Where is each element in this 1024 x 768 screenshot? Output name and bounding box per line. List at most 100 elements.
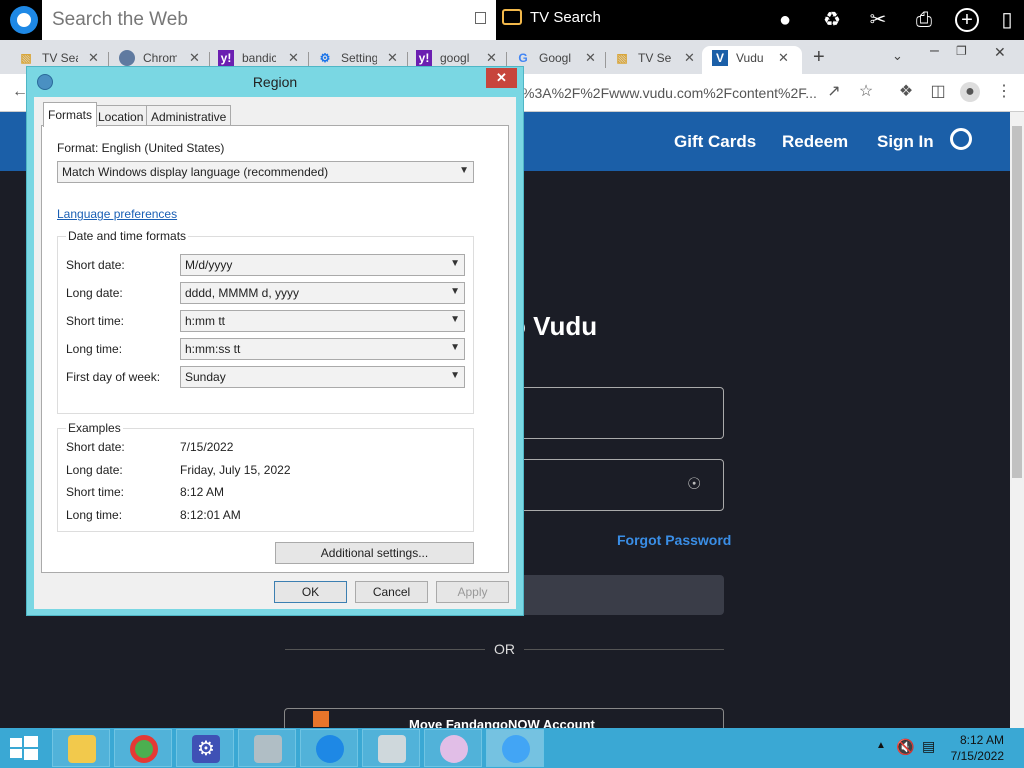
language-preferences-link[interactable]: Language preferences: [57, 207, 177, 221]
file-explorer-icon[interactable]: [52, 729, 110, 767]
share-icon[interactable]: ↗: [824, 82, 844, 102]
window-icon[interactable]: ▯: [995, 8, 1019, 32]
chevron-down-icon[interactable]: ⌄: [892, 48, 903, 64]
region-globe-icon[interactable]: [486, 729, 544, 767]
forgot-password-link[interactable]: Forgot Password: [617, 532, 731, 548]
close-tab-icon[interactable]: ✕: [778, 50, 789, 66]
format-select[interactable]: Match Windows display language (recommen…: [57, 161, 474, 183]
web-search-box[interactable]: Search the Web: [42, 0, 496, 40]
menu-dots-icon[interactable]: ⋮: [994, 82, 1014, 102]
chevron-down-icon: ▼: [450, 286, 460, 297]
gear-icon: ⚙: [319, 51, 331, 65]
ok-button[interactable]: OK: [274, 581, 347, 603]
settings-gear-icon[interactable]: ⚙: [176, 729, 234, 767]
tv-icon: ▧: [20, 51, 32, 65]
minimize-icon[interactable]: –: [930, 42, 939, 60]
extensions-icon[interactable]: ❖: [896, 82, 916, 102]
cancel-button[interactable]: Cancel: [355, 581, 428, 603]
first-day-value: Sunday: [185, 370, 226, 384]
move-account-button[interactable]: Move FandangoNOW Account: [284, 708, 724, 728]
tv-search-button[interactable]: TV Search: [502, 9, 601, 26]
long-time-label: Long time:: [66, 342, 123, 356]
close-icon[interactable]: ✕: [486, 68, 517, 88]
apply-button[interactable]: Apply: [436, 581, 509, 603]
region-dialog: Region ✕ Formats Location Administrative…: [26, 66, 524, 616]
tab-google[interactable]: G Googl ✕: [515, 46, 599, 74]
chevron-down-icon: ▼: [450, 370, 460, 381]
long-time-select[interactable]: h:mm:ss tt ▼: [180, 338, 465, 360]
close-tab-icon[interactable]: ✕: [88, 50, 99, 66]
snipping-tool-icon[interactable]: [424, 729, 482, 767]
long-date-select[interactable]: dddd, MMMM d, yyyy ▼: [180, 282, 465, 304]
hide-password-icon[interactable]: ☉: [687, 474, 701, 494]
incognito-icon[interactable]: ●: [773, 8, 797, 32]
dialog-titlebar[interactable]: Region ✕: [27, 67, 523, 97]
tv-icon: ▧: [616, 51, 628, 65]
first-day-label: First day of week:: [66, 370, 161, 384]
first-day-select[interactable]: Sunday ▼: [180, 366, 465, 388]
chevron-down-icon: ▼: [450, 258, 460, 269]
group-title: Date and time formats: [66, 229, 189, 243]
tab-location[interactable]: Location: [93, 105, 149, 126]
format-label: Format: English (United States): [57, 141, 225, 155]
close-tab-icon[interactable]: ✕: [486, 50, 497, 66]
tab-tv-search-2[interactable]: ▧ TV Se ✕: [614, 46, 698, 74]
example-short-time-label: Short time:: [66, 485, 125, 499]
restore-icon[interactable]: ❐: [956, 44, 967, 58]
clock-time: 8:12 AM: [959, 733, 1004, 747]
tab-formats[interactable]: Formats: [43, 102, 98, 127]
nav-redeem[interactable]: Redeem: [782, 132, 848, 152]
additional-settings-button[interactable]: Additional settings...: [275, 542, 474, 564]
browser-app-icon[interactable]: [300, 729, 358, 767]
square-icon[interactable]: [475, 12, 486, 24]
close-tab-icon[interactable]: ✕: [189, 50, 200, 66]
documents-icon[interactable]: [362, 729, 420, 767]
short-date-label: Short date:: [66, 258, 125, 272]
app-logo-icon[interactable]: [10, 6, 38, 34]
example-short-date-value: 7/15/2022: [180, 440, 234, 454]
long-date-label: Long date:: [66, 286, 123, 300]
formats-tab-page: Format: English (United States) Match Wi…: [41, 125, 509, 573]
example-short-time-value: 8:12 AM: [180, 485, 225, 499]
close-window-icon[interactable]: ✕: [994, 44, 1006, 61]
network-icon[interactable]: ▤: [922, 738, 935, 755]
chrome-icon[interactable]: [114, 729, 172, 767]
recycle-icon[interactable]: ♻: [820, 8, 844, 32]
show-hidden-icons-chevron-icon[interactable]: ▲: [876, 740, 886, 751]
add-icon[interactable]: +: [955, 8, 979, 32]
yahoo-icon: y!: [218, 50, 234, 66]
nav-gift-cards[interactable]: Gift Cards: [674, 132, 756, 152]
profile-icon[interactable]: ●: [960, 82, 980, 102]
windows-start-icon[interactable]: [10, 736, 38, 760]
date-time-formats-group: Date and time formats Short date: M/d/yy…: [57, 229, 474, 414]
new-tab-icon[interactable]: +: [813, 46, 825, 69]
volume-muted-icon[interactable]: 🔇: [896, 738, 915, 756]
page-scrollbar[interactable]: [1010, 112, 1024, 728]
short-time-select[interactable]: h:mm tt ▼: [180, 310, 465, 332]
tab-administrative[interactable]: Administrative: [146, 105, 232, 126]
nav-sign-in[interactable]: Sign In: [877, 132, 934, 152]
example-long-date-value: Friday, July 15, 2022: [180, 463, 291, 477]
close-tab-icon[interactable]: ✕: [387, 50, 398, 66]
long-date-value: dddd, MMMM d, yyyy: [185, 286, 300, 300]
close-tab-icon[interactable]: ✕: [288, 50, 299, 66]
dialog-body: Formats Location Administrative Format: …: [34, 97, 516, 609]
tab-title: bandic: [242, 51, 276, 65]
system-clock[interactable]: 8:12 AM 7/15/2022: [951, 732, 1004, 764]
print-icon[interactable]: ⎙: [912, 8, 936, 32]
close-tab-icon[interactable]: ✕: [585, 50, 596, 66]
tab-vudu[interactable]: V Vudu ✕: [702, 46, 802, 74]
control-panel-icon[interactable]: [238, 729, 296, 767]
side-panel-icon[interactable]: ◫: [928, 82, 948, 102]
clock-date: 7/15/2022: [950, 749, 1004, 763]
bookmark-star-icon[interactable]: ☆: [856, 82, 876, 102]
tab-title: TV Se: [638, 51, 672, 65]
tab-title: Vudu: [736, 51, 764, 65]
url-field[interactable]: %3A%2F%2Fwww.vudu.com%2Fcontent%2F...: [522, 85, 817, 101]
example-long-date-label: Long date:: [66, 463, 123, 477]
crop-icon[interactable]: ✂: [866, 8, 890, 32]
vudu-icon: V: [712, 50, 728, 66]
search-icon[interactable]: [950, 128, 972, 150]
short-date-select[interactable]: M/d/yyyy ▼: [180, 254, 465, 276]
close-tab-icon[interactable]: ✕: [684, 50, 695, 66]
